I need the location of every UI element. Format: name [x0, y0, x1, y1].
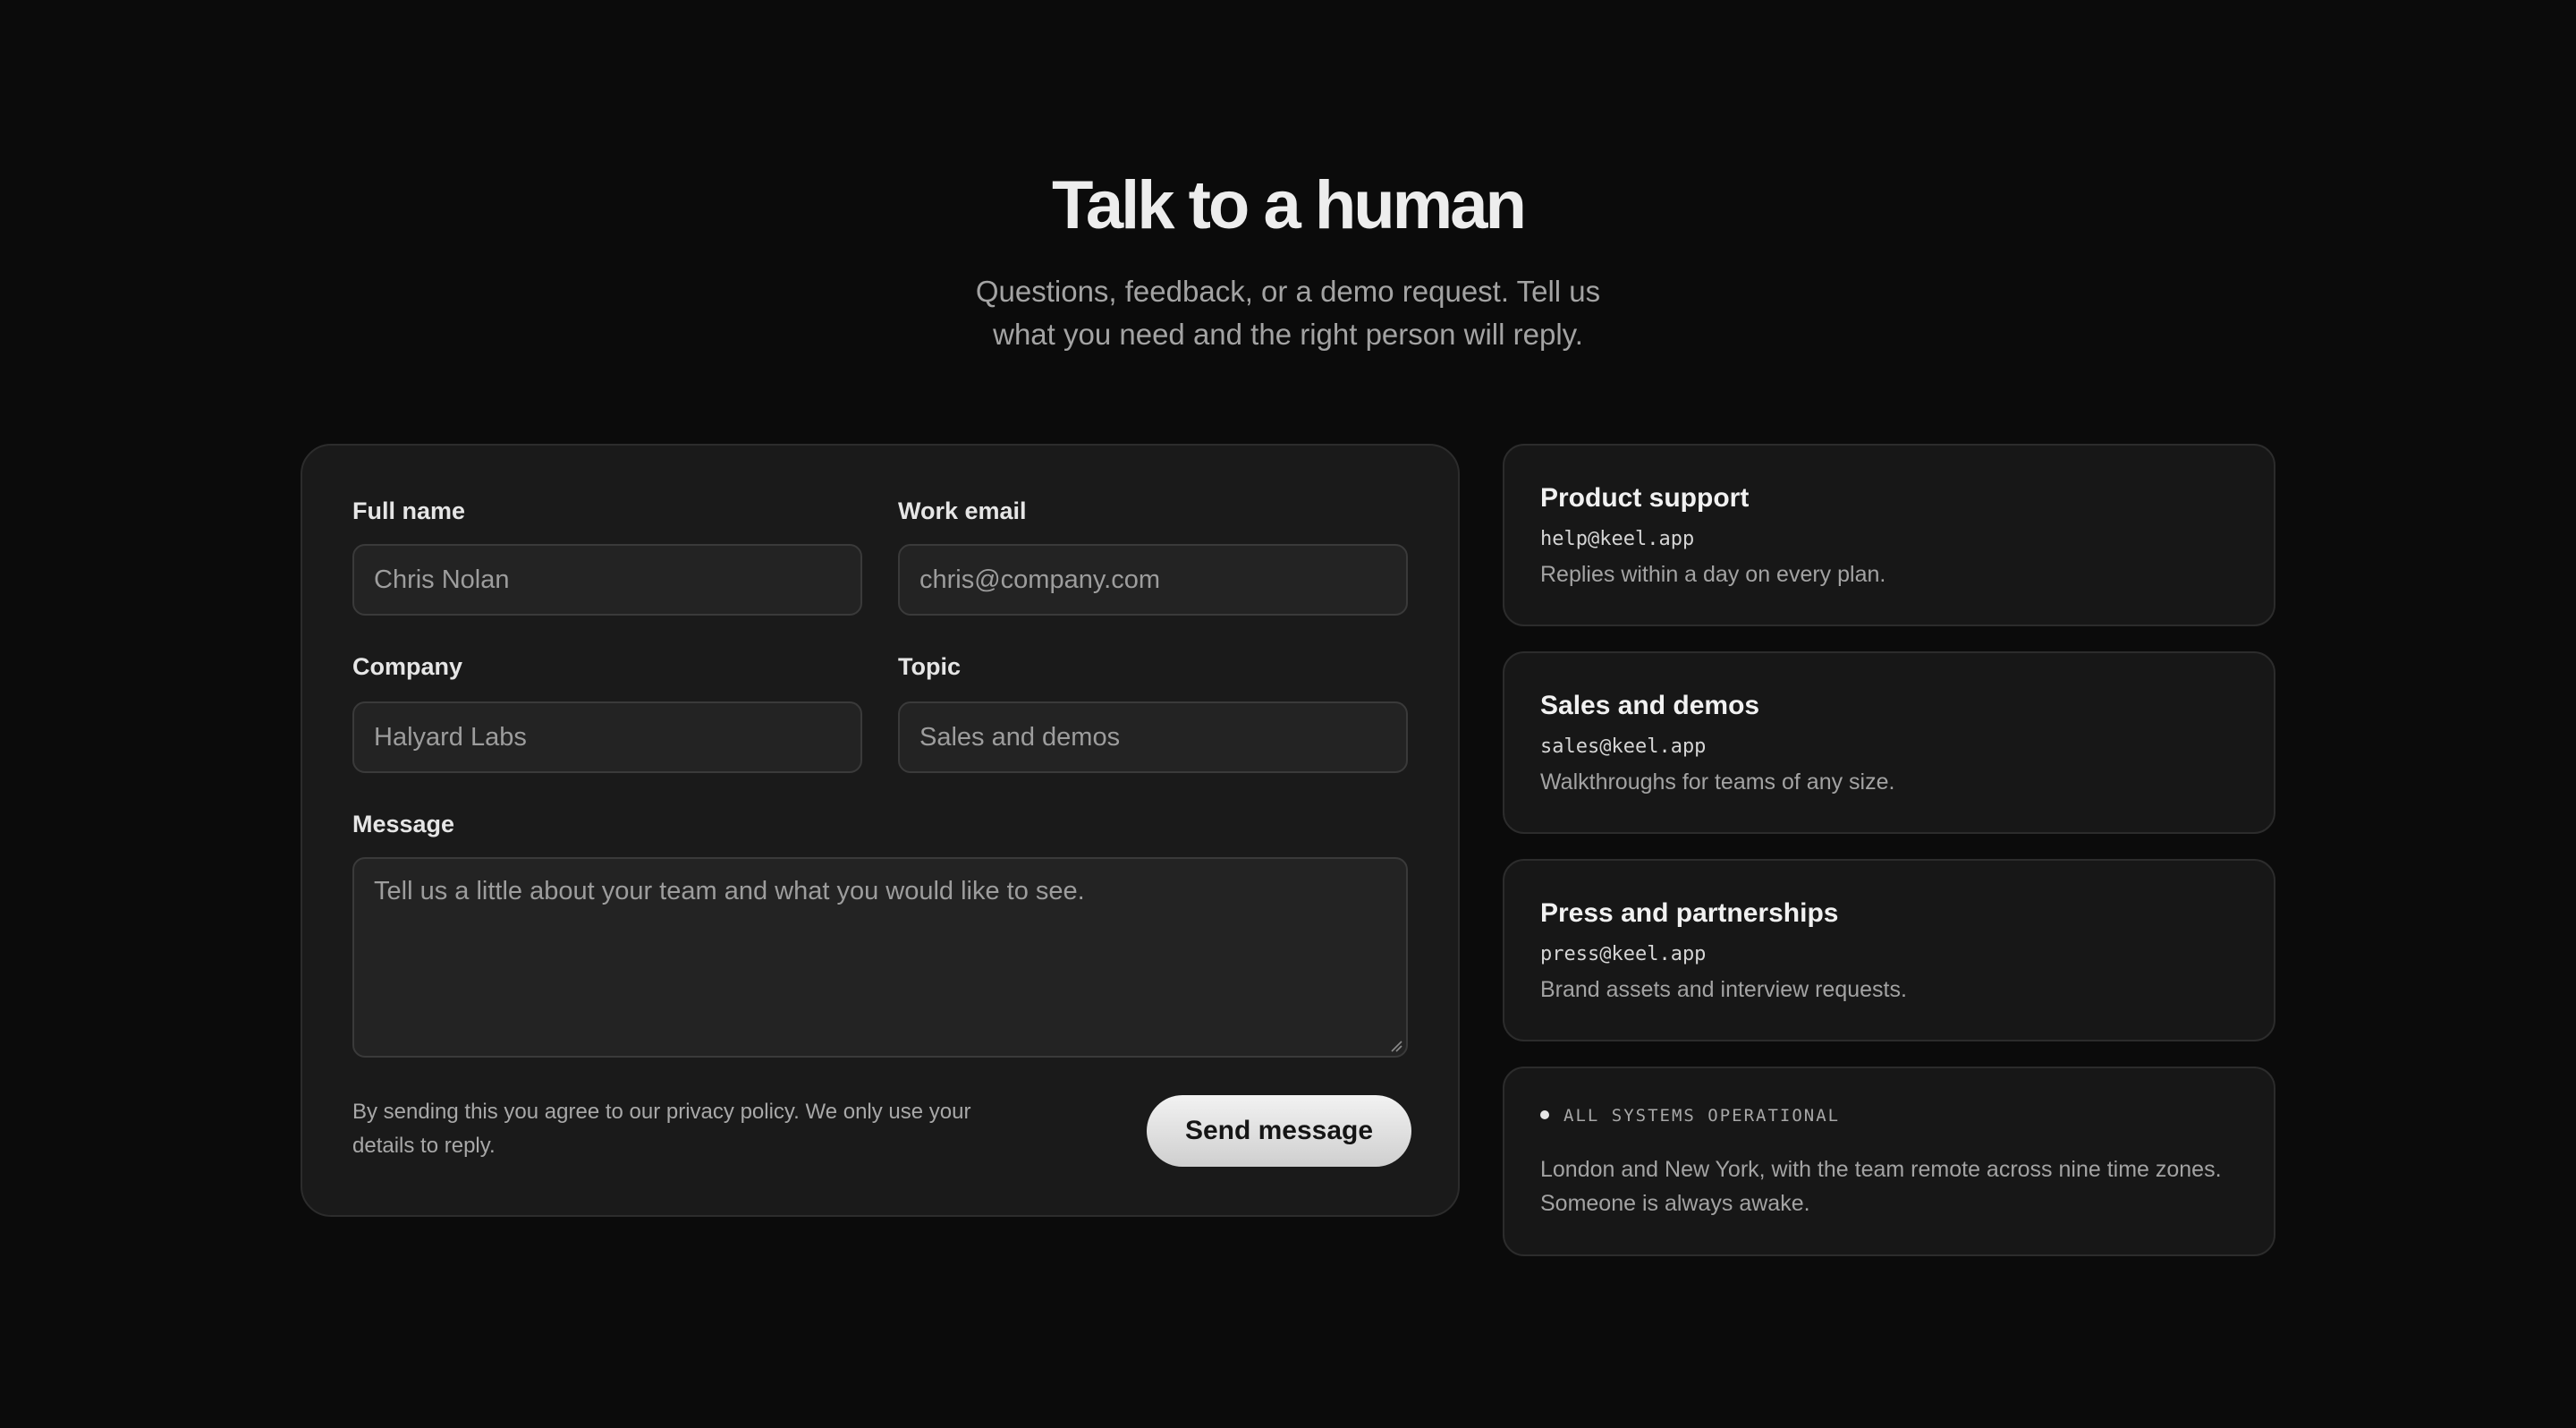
full-name-label: Full name — [352, 497, 466, 524]
topic-select[interactable]: Sales and demos — [898, 701, 1408, 773]
status-row: ALL SYSTEMS OPERATIONAL — [1540, 1106, 1840, 1126]
contact-card-title: Press and partnerships — [1540, 898, 1839, 928]
work-email-label: Work email — [898, 497, 1027, 524]
contact-card-support: Product support help@keel.app Replies wi… — [1503, 444, 2275, 626]
contact-card-press: Press and partnerships press@keel.app Br… — [1503, 859, 2275, 1041]
contact-card-description: Walkthroughs for teams of any size. — [1540, 769, 1895, 795]
privacy-notice: By sending this you agree to our privacy… — [352, 1100, 971, 1158]
work-email-input[interactable]: chris@company.com — [898, 544, 1408, 616]
company-label: Company — [352, 653, 463, 680]
status-text: London and New York, with the team remot… — [1540, 1157, 2222, 1216]
status-dot-icon — [1540, 1109, 1549, 1119]
contact-card-title: Product support — [1540, 483, 1750, 513]
page-subtitle: Questions, feedback, or a demo request. … — [975, 275, 1601, 351]
page-title: Talk to a human — [1052, 167, 1527, 243]
topic-label: Topic — [898, 653, 961, 680]
contact-card-email[interactable]: sales@keel.app — [1540, 735, 1706, 758]
resize-handle-icon[interactable] — [1388, 1038, 1402, 1052]
company-input[interactable]: Halyard Labs — [352, 701, 862, 773]
send-message-button[interactable]: Send message — [1147, 1095, 1411, 1167]
message-placeholder: Tell us a little about your team and wha… — [374, 877, 1085, 905]
message-label: Message — [352, 811, 455, 837]
contact-card-email[interactable]: help@keel.app — [1540, 528, 1694, 550]
full-name-input[interactable]: Chris Nolan — [352, 544, 862, 616]
status-label: ALL SYSTEMS OPERATIONAL — [1563, 1106, 1841, 1126]
contact-card-sales: Sales and demos sales@keel.app Walkthrou… — [1503, 651, 2275, 834]
contact-card-title: Sales and demos — [1540, 691, 1760, 720]
contact-card-description: Brand assets and interview requests. — [1540, 977, 1907, 1002]
contact-card-description: Replies within a day on every plan. — [1540, 562, 1886, 587]
contact-card-email[interactable]: press@keel.app — [1540, 943, 1706, 965]
message-textarea[interactable]: Tell us a little about your team and wha… — [352, 857, 1408, 1058]
status-card: ALL SYSTEMS OPERATIONAL London and New Y… — [1503, 1067, 2275, 1256]
contact-form: Full name Chris Nolan Work email chris@c… — [301, 444, 1460, 1217]
